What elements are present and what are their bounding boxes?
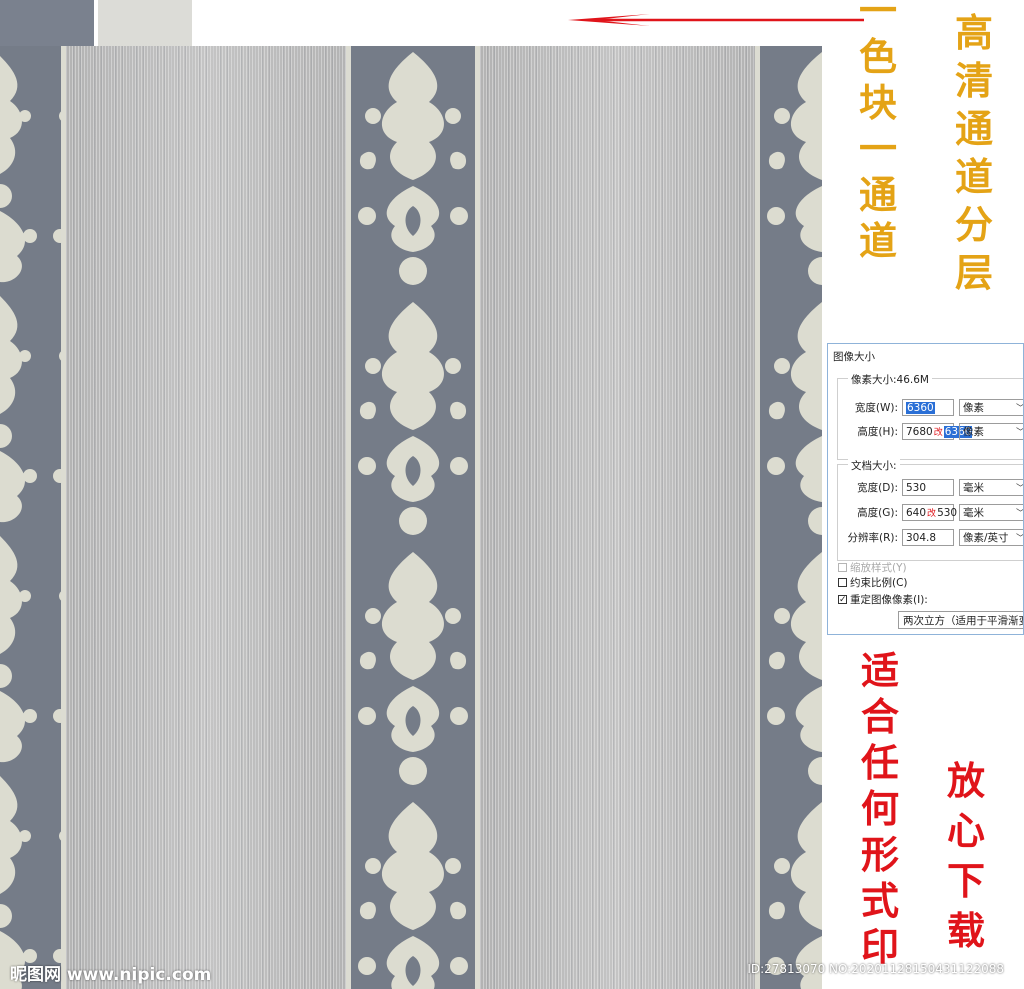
char: 块 xyxy=(858,80,897,125)
image-size-dialog: 图像大小 像素大小:46.6M 宽度(W): 6360 像素 ﹀ 高度(H): 7… xyxy=(827,343,1024,635)
damask-band-center xyxy=(346,46,480,989)
char: 色 xyxy=(858,34,897,79)
change-mark: 改 xyxy=(927,509,937,519)
doc-width-input[interactable]: 530 xyxy=(902,479,954,496)
width-unit-select[interactable]: 像素 ﹀ xyxy=(959,399,1023,416)
checkbox-checked-icon: ✓ xyxy=(838,594,847,605)
damask-band-left xyxy=(0,46,66,989)
width-value: 6360 xyxy=(906,401,935,414)
checkbox-icon xyxy=(838,577,847,587)
chevron-down-icon: ﹀ xyxy=(1016,425,1023,438)
pixel-dimensions-group: 像素大小:46.6M xyxy=(837,372,1023,460)
resolution-unit-select[interactable]: 像素/英寸 ﹀ xyxy=(959,529,1023,546)
doc-height-old-value: 640 xyxy=(906,506,927,519)
image-id-text: ID:27813070 NO:20201128150431122088 xyxy=(747,962,1004,976)
chevron-down-icon: ﹀ xyxy=(1016,401,1023,414)
height-row: 高度(H): 7680改6360 像素 ﹀ xyxy=(842,422,1023,441)
char: 合 xyxy=(860,694,899,739)
char: 清 xyxy=(954,58,993,103)
width-unit: 像素 xyxy=(963,402,984,414)
dialog-title: 图像大小 xyxy=(833,351,875,363)
char: 一 xyxy=(858,126,897,171)
arrow-left-icon xyxy=(568,14,864,26)
char: 一 xyxy=(858,0,897,33)
char: 式 xyxy=(860,878,899,923)
resample-checkbox[interactable]: ✓ 重定图像像素(I): xyxy=(838,592,928,606)
height-unit: 像素 xyxy=(963,426,984,438)
height-input[interactable]: 7680 改 6360 xyxy=(902,423,973,440)
chevron-down-icon: ﹀ xyxy=(1016,531,1023,544)
char: 通 xyxy=(954,106,993,151)
char: 印 xyxy=(860,924,899,969)
chevron-down-icon: ﹀ xyxy=(1016,481,1023,494)
doc-width-unit-select[interactable]: 毫米 ﹀ xyxy=(959,479,1023,496)
resolution-label: 分辨率(R): xyxy=(847,532,898,544)
width-input[interactable]: 6360 xyxy=(902,399,954,416)
doc-width-unit: 毫米 xyxy=(963,482,984,494)
char: 通 xyxy=(858,172,897,217)
width-label: 宽度(W): xyxy=(854,402,898,414)
checkbox-icon xyxy=(838,562,847,572)
char: 分 xyxy=(954,202,993,247)
char: 放 xyxy=(946,758,985,803)
constrain-proportions-checkbox[interactable]: 约束比例(C) xyxy=(838,575,908,589)
char: 载 xyxy=(946,908,985,953)
char: 高 xyxy=(954,10,993,55)
chevron-down-icon: ﹀ xyxy=(1016,506,1023,519)
annotation-print-ready: 适 合 任 何 形 式 印 xyxy=(858,652,902,966)
char: 层 xyxy=(954,250,993,295)
texture-stripe-2 xyxy=(480,46,756,989)
doc-size-label: 文档大小: xyxy=(848,458,900,473)
doc-height-input[interactable]: 640 改 530 xyxy=(902,504,958,521)
height-unit-select[interactable]: 像素 ﹀ xyxy=(959,423,1023,440)
pixel-size-label: 像素大小:46.6M xyxy=(848,372,932,387)
doc-height-new-value: 530 xyxy=(937,506,958,519)
resample-label: 重定图像像素(I): xyxy=(850,593,928,606)
doc-height-unit-select[interactable]: 毫米 ﹀ xyxy=(959,504,1023,521)
doc-height-unit: 毫米 xyxy=(963,507,984,519)
char: 形 xyxy=(860,832,899,877)
char: 适 xyxy=(860,648,899,693)
annotation-safe-download: 放 心 下 载 xyxy=(944,762,988,950)
constrain-label: 约束比例(C) xyxy=(850,576,908,589)
scale-styles-label: 缩放样式(Y) xyxy=(850,561,907,574)
char: 下 xyxy=(946,858,985,903)
annotation-hd-channels: 高 清 通 道 分 层 xyxy=(952,14,996,292)
doc-height-row: 高度(G): 640改530 毫米 ﹀ xyxy=(842,503,1023,522)
texture-stripe-1 xyxy=(66,46,348,989)
char: 何 xyxy=(860,786,899,831)
site-watermark: 昵图网 www.nipic.com xyxy=(10,965,212,985)
width-row: 宽度(W): 6360 像素 ﹀ xyxy=(842,398,1023,417)
damask-band-right xyxy=(755,46,822,989)
height-label: 高度(H): xyxy=(857,426,898,438)
resolution-unit: 像素/英寸 xyxy=(963,532,1009,544)
height-old-value: 7680 xyxy=(906,425,933,438)
change-mark: 改 xyxy=(933,428,943,438)
wallpaper-pattern xyxy=(0,46,822,989)
color-swatch-cream xyxy=(98,0,192,46)
color-swatch-slate xyxy=(0,0,94,46)
scale-styles-checkbox[interactable]: 缩放样式(Y) xyxy=(838,560,907,574)
char: 任 xyxy=(860,740,899,785)
resolution-row: 分辨率(R): 304.8 像素/英寸 ﹀ xyxy=(842,528,1023,547)
char: 道 xyxy=(954,154,993,199)
char: 心 xyxy=(946,808,985,853)
doc-width-label: 宽度(D): xyxy=(857,482,898,494)
resolution-input[interactable]: 304.8 xyxy=(902,529,954,546)
doc-height-label: 高度(G): xyxy=(857,507,898,519)
annotation-one-color-one-channel: 一 色 块 一 通 道 xyxy=(856,0,900,260)
doc-width-row: 宽度(D): 530 毫米 ﹀ xyxy=(842,478,1023,497)
char: 道 xyxy=(858,218,897,263)
resample-method-select[interactable]: 两次立方（适用于平滑渐变 xyxy=(898,611,1023,629)
